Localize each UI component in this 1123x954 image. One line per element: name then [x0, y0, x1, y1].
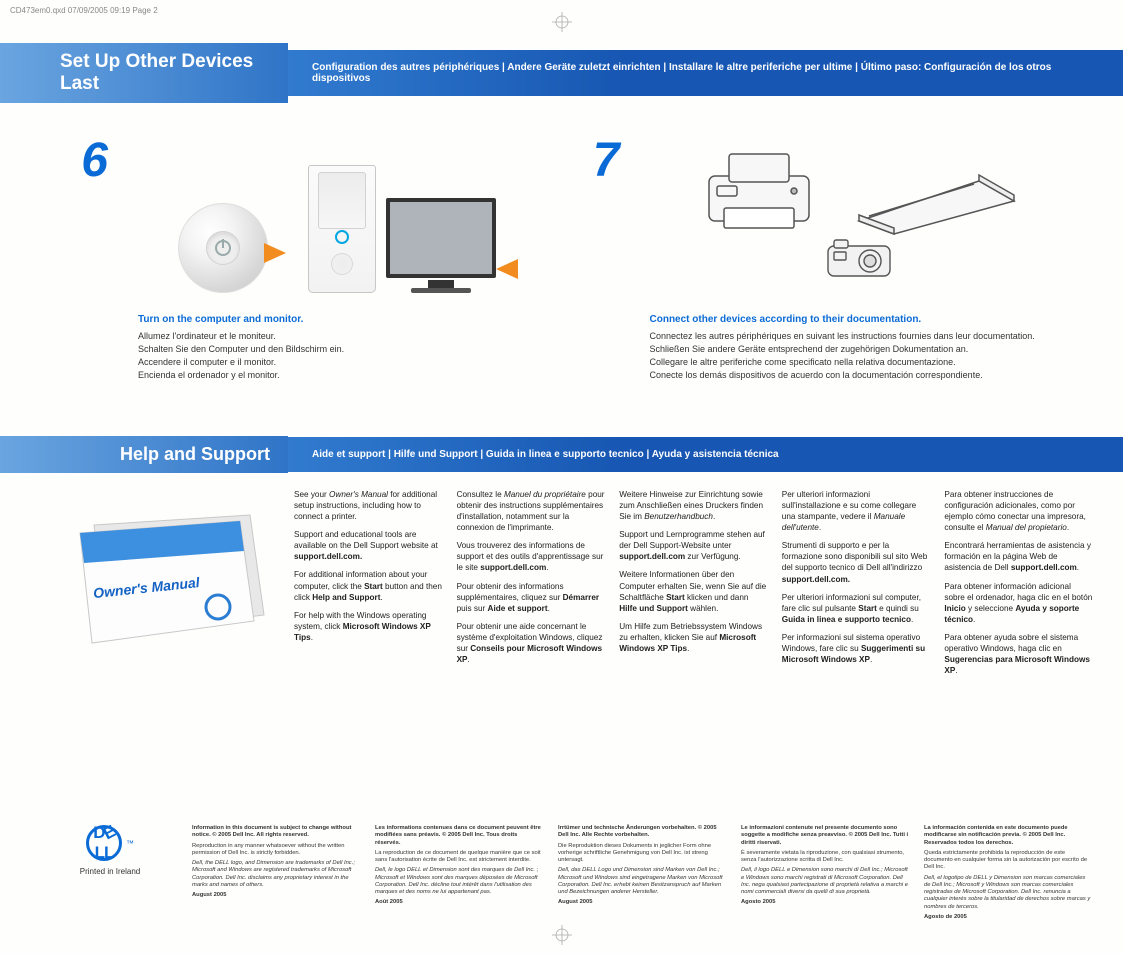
monitor-icon	[386, 198, 496, 293]
printed-in-label: Printed in Ireland	[50, 867, 170, 876]
step-7-line-es: Conecte los demás dispositivos de acuerd…	[650, 369, 1064, 381]
step-6-number: 6	[50, 133, 114, 293]
section-help-support: Help and Support Aide et support | Hilfe…	[0, 436, 1123, 703]
step-7-number: 7	[562, 133, 626, 293]
step-7-heading: Connect other devices according to their…	[650, 313, 1064, 327]
step-7-line-de: Schließen Sie andere Geräte entsprechend…	[650, 343, 1064, 355]
step-6-text: Turn on the computer and monitor. Allume…	[50, 313, 562, 382]
legal-de: Irrtümer und technische Änderungen vorbe…	[558, 825, 727, 924]
help-col-es: Para obtener instrucciones de configurac…	[944, 489, 1093, 683]
scanner-icon	[849, 166, 1019, 236]
help-row: Owner's Manual See your Owner's Manual f…	[0, 473, 1123, 703]
section-setup-devices: Set Up Other Devices Last Configuration …	[0, 43, 1123, 396]
step-text-row: Turn on the computer and monitor. Allume…	[0, 313, 1123, 396]
camera-icon	[824, 236, 894, 280]
step-6: 6	[50, 133, 562, 293]
step-7-text: Connect other devices according to their…	[562, 313, 1074, 382]
banner-help-title: Help and Support	[0, 436, 288, 473]
printer-icon	[699, 146, 819, 236]
step-6-line-de: Schalten Sie den Computer und den Bildsc…	[138, 343, 552, 355]
step-6-line-fr: Allumez l'ordinateur et le moniteur.	[138, 330, 552, 342]
banner-help: Help and Support Aide et support | Hilfe…	[0, 436, 1123, 473]
help-col-en: See your Owner's Manual for additional s…	[294, 489, 443, 683]
computer-tower-icon	[308, 165, 376, 293]
crop-mark-top-icon	[552, 12, 572, 37]
power-button-icon	[178, 203, 268, 293]
crop-mark-bottom-icon	[552, 925, 572, 950]
dell-logo: DELL™ Printed in Ireland	[50, 825, 170, 876]
banner-setup: Set Up Other Devices Last Configuration …	[0, 43, 1123, 103]
legal-fr: Les informations contenues dans ce docum…	[375, 825, 544, 924]
legal-columns: Information in this document is subject …	[192, 825, 1093, 924]
footer: DELL™ Printed in Ireland Information in …	[0, 825, 1123, 924]
help-columns: See your Owner's Manual for additional s…	[294, 489, 1093, 683]
legal-en: Information in this document is subject …	[192, 825, 361, 924]
help-col-fr: Consultez le Manuel du propriétaire pour…	[457, 489, 606, 683]
help-col-de: Weitere Hinweise zur Einrichtung sowie z…	[619, 489, 768, 683]
steps-row: 6 7	[0, 103, 1123, 313]
step-7-graphic	[646, 133, 1074, 293]
owners-manual-icon: Owner's Manual	[50, 489, 280, 683]
step-6-line-it: Accendere il computer e il monitor.	[138, 356, 552, 368]
step-7: 7	[562, 133, 1074, 293]
banner-subtitle: Configuration des autres périphériques |…	[288, 50, 1123, 96]
arrow-right-icon	[264, 243, 286, 263]
dell-logo-icon: DELL™	[50, 825, 170, 861]
banner-title: Set Up Other Devices Last	[0, 43, 288, 103]
step-6-graphic	[134, 133, 562, 293]
step-7-line-fr: Connectez les autres périphériques en su…	[650, 330, 1064, 342]
legal-es: La información contenida en este documen…	[924, 825, 1093, 924]
step-6-line-es: Encienda el ordenador y el monitor.	[138, 369, 552, 381]
banner-help-subtitle: Aide et support | Hilfe und Support | Gu…	[288, 437, 1123, 472]
arrow-left-icon	[496, 259, 518, 279]
step-6-heading: Turn on the computer and monitor.	[138, 313, 552, 327]
legal-it: Le informazioni contenute nel presente d…	[741, 825, 910, 924]
step-7-line-it: Collegare le altre periferiche come spec…	[650, 356, 1064, 368]
help-col-it: Per ulteriori informazioni sull'installa…	[782, 489, 931, 683]
page: CD473em0.qxd 07/09/2005 09:19 Page 2 Set…	[0, 0, 1123, 954]
